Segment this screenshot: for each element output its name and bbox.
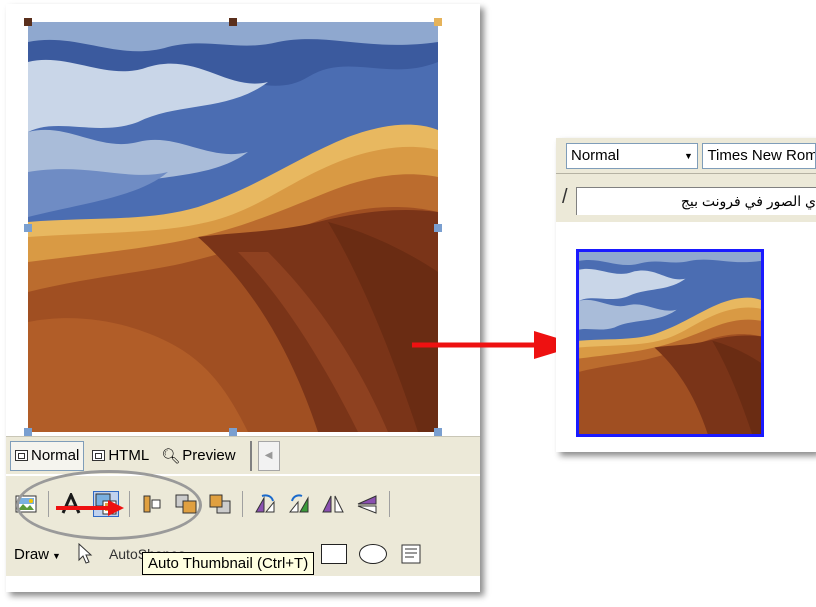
page-icon bbox=[15, 450, 28, 461]
desert-picture bbox=[28, 22, 438, 432]
document-tab-title: ي الصور في فرونت بيج bbox=[680, 193, 816, 209]
toolbar-separator bbox=[129, 491, 130, 517]
tab-normal[interactable]: Normal bbox=[10, 440, 85, 471]
resize-handle[interactable] bbox=[434, 224, 442, 232]
style-value: Normal bbox=[571, 147, 620, 164]
draw-menu-button[interactable]: Draw ▼ bbox=[14, 546, 61, 563]
font-value: Times New Roman bbox=[707, 147, 815, 164]
draw-label: Draw bbox=[14, 545, 50, 563]
thumbnail-image[interactable] bbox=[576, 249, 764, 437]
resize-handle[interactable] bbox=[229, 18, 237, 26]
tab-preview[interactable]: 🔍︎ Preview bbox=[157, 442, 239, 470]
resize-handle[interactable] bbox=[229, 428, 237, 436]
formatting-toolbar: Normal ▼ Times New Roman bbox=[556, 138, 816, 174]
chevron-down-icon: ▼ bbox=[683, 150, 693, 161]
bring-forward-button[interactable] bbox=[174, 492, 198, 516]
tab-edge: / bbox=[562, 186, 568, 208]
rotate-right-button[interactable] bbox=[287, 492, 311, 516]
toolbar-separator bbox=[48, 491, 49, 517]
dropdown-arrow-icon: ▼ bbox=[52, 550, 61, 561]
red-arrow-small bbox=[56, 500, 124, 516]
chevron-left-icon: ◀ bbox=[264, 450, 273, 461]
html-icon bbox=[92, 450, 106, 461]
auto-thumbnail-tooltip: Auto Thumbnail (Ctrl+T) bbox=[142, 552, 315, 575]
oval-tool[interactable] bbox=[358, 544, 387, 564]
tab-preview-label: Preview bbox=[182, 447, 236, 464]
document-tab-bar: / ي الصور في فرونت بيج bbox=[556, 174, 816, 222]
insert-picture-button[interactable] bbox=[14, 492, 38, 516]
view-tabs-bar: Normal HTML 🔍︎ Preview ◀ bbox=[6, 436, 480, 474]
thumbnail-picture bbox=[579, 252, 761, 434]
flip-vertical-button[interactable] bbox=[355, 492, 379, 516]
cursor-arrow-icon bbox=[78, 543, 93, 564]
select-objects-button[interactable] bbox=[73, 542, 97, 566]
tab-html-label: HTML bbox=[108, 447, 150, 464]
scroll-left-button[interactable]: ◀ bbox=[257, 440, 280, 471]
tab-html[interactable]: HTML bbox=[88, 442, 153, 470]
resize-handle[interactable] bbox=[24, 428, 32, 436]
desert-image[interactable] bbox=[28, 22, 438, 432]
preview-window: Normal ▼ Times New Roman / ي الصور في فر… bbox=[556, 138, 816, 452]
bring-forward-icon bbox=[175, 494, 197, 514]
document-tab[interactable]: ي الصور في فرونت بيج bbox=[576, 187, 816, 215]
editor-window: Normal HTML 🔍︎ Preview ◀ Draw ▼ bbox=[6, 4, 480, 592]
rotate-right-icon bbox=[288, 494, 309, 513]
tab-divider bbox=[249, 440, 252, 471]
tab-normal-label: Normal bbox=[31, 447, 80, 464]
flip-horizontal-icon bbox=[322, 495, 344, 513]
text-box-button[interactable] bbox=[399, 542, 423, 566]
toolbar-separator bbox=[242, 491, 243, 517]
style-dropdown[interactable]: Normal ▼ bbox=[566, 142, 699, 169]
rotate-left-icon bbox=[255, 494, 275, 513]
resize-handle[interactable] bbox=[434, 18, 442, 26]
send-backward-button[interactable] bbox=[208, 492, 232, 516]
font-dropdown[interactable]: Times New Roman bbox=[702, 142, 816, 169]
rectangle-tool[interactable] bbox=[320, 544, 347, 564]
flip-vertical-icon bbox=[357, 495, 377, 514]
resize-handle[interactable] bbox=[434, 428, 442, 436]
picture-icon bbox=[15, 495, 37, 513]
position-absolutely-button[interactable] bbox=[140, 492, 164, 516]
rotate-left-button[interactable] bbox=[253, 492, 277, 516]
magnifier-icon: 🔍︎ bbox=[161, 447, 181, 465]
send-backward-icon bbox=[209, 494, 231, 514]
position-icon bbox=[143, 495, 161, 513]
text-box-icon bbox=[401, 544, 421, 564]
resize-handle[interactable] bbox=[24, 18, 32, 26]
toolbar-separator bbox=[389, 491, 390, 517]
flip-horizontal-button[interactable] bbox=[321, 492, 345, 516]
resize-handle[interactable] bbox=[24, 224, 32, 232]
